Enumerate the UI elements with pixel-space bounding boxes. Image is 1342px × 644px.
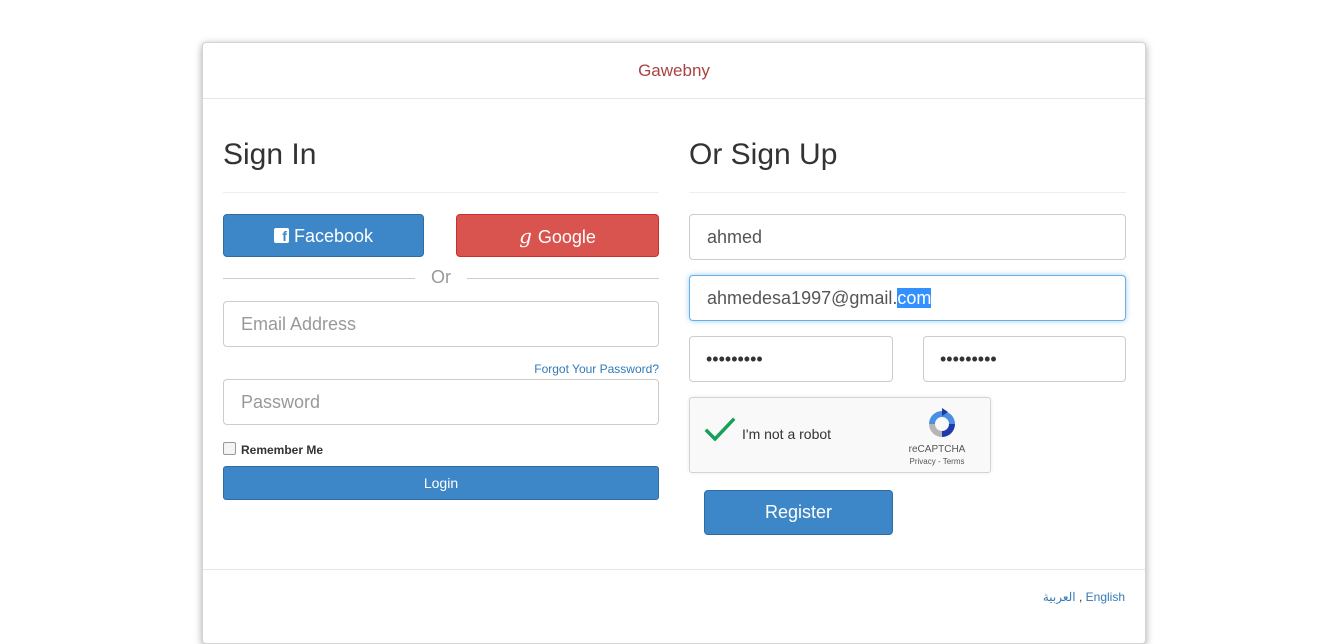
google-login-button[interactable]: g Google — [456, 214, 659, 257]
facebook-login-button[interactable]: f Facebook — [223, 214, 424, 257]
signup-email-input[interactable]: ahmedesa1997@gmail.com — [689, 275, 1126, 321]
lang-english-link[interactable]: English — [1086, 590, 1125, 604]
remember-me[interactable]: Remember Me — [223, 442, 323, 457]
remember-me-checkbox[interactable] — [223, 442, 236, 455]
password-placeholder: Password — [241, 392, 321, 412]
signin-section: Sign In f Facebook g Google Or Email Addre… — [223, 99, 659, 500]
facebook-icon: f — [273, 228, 289, 243]
or-line-left — [223, 278, 415, 279]
recaptcha-label: I'm not a robot — [742, 426, 832, 442]
forgot-password-link[interactable]: Forgot Your Password? — [534, 362, 659, 376]
recaptcha-brand: reCAPTCHA — [908, 444, 966, 455]
name-value: ahmed — [707, 227, 763, 247]
recaptcha-terms-link[interactable]: Privacy - Terms — [890, 457, 984, 466]
google-icon: g — [519, 224, 532, 248]
signin-divider — [223, 192, 659, 193]
signup-heading: Or Sign Up — [689, 138, 838, 171]
signup-divider — [689, 192, 1126, 193]
site-title: Gawebny — [203, 43, 1145, 99]
confirm-password-mask: ••••••••• — [940, 349, 997, 369]
lang-separator: , — [1075, 590, 1086, 604]
recaptcha-widget[interactable]: I'm not a robot reCAPTCHA Privacy - Term… — [689, 397, 991, 473]
signin-email-input[interactable]: Email Address — [223, 301, 659, 347]
lang-arabic-link[interactable]: العربية — [1043, 590, 1076, 604]
or-line-right — [467, 278, 659, 279]
recaptcha-logo-icon — [929, 408, 955, 437]
email-placeholder: Email Address — [241, 314, 357, 334]
signin-password-input[interactable]: Password — [223, 379, 659, 425]
email-selected-text: com — [897, 288, 932, 308]
login-button[interactable]: Login — [223, 466, 659, 500]
auth-panel: Gawebny Sign In f Facebook g Google Or Ema… — [202, 42, 1146, 644]
checkmark-icon[interactable] — [704, 414, 736, 446]
or-label: Or — [431, 267, 451, 287]
register-button[interactable]: Register — [704, 490, 893, 535]
email-value: ahmedesa1997@gmail. — [707, 288, 898, 308]
password-mask: ••••••••• — [706, 349, 763, 369]
remember-me-label: Remember Me — [241, 443, 324, 457]
google-label: Google — [537, 227, 596, 247]
language-switcher: العربية , English — [1043, 590, 1125, 604]
signup-section: Or Sign Up ahmed ahmedesa1997@gmail.com … — [689, 99, 1126, 535]
footer-divider — [203, 569, 1145, 570]
facebook-label: Facebook — [293, 226, 374, 246]
signup-confirm-password-input[interactable]: ••••••••• — [923, 336, 1126, 382]
signup-name-input[interactable]: ahmed — [689, 214, 1126, 260]
signin-heading: Sign In — [223, 138, 317, 171]
or-separator: Or — [223, 267, 659, 289]
signup-password-input[interactable]: ••••••••• — [689, 336, 893, 382]
